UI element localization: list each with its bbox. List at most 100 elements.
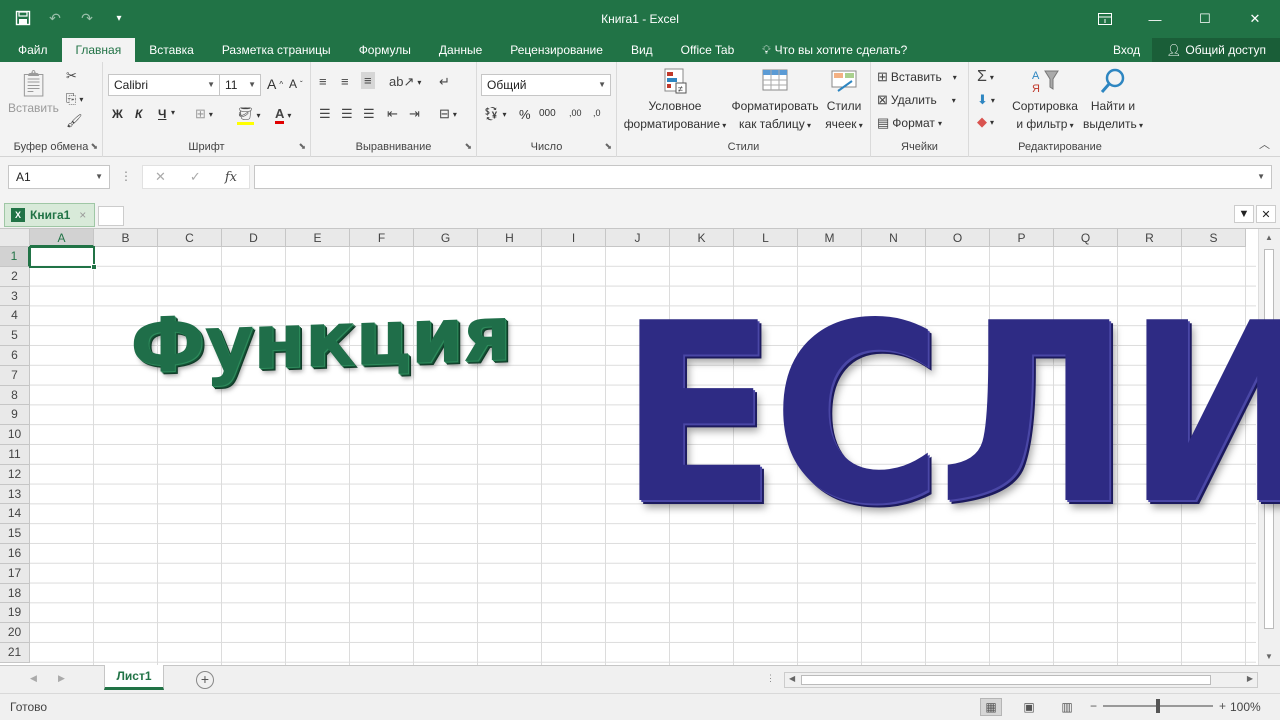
column-header[interactable]: O — [926, 229, 990, 247]
new-workbook-tab[interactable] — [98, 206, 124, 226]
insert-function-icon[interactable]: fx — [225, 170, 237, 185]
column-header[interactable]: J — [606, 229, 670, 247]
horizontal-scroll-thumb[interactable] — [801, 675, 1211, 685]
zoom-level[interactable]: 100% — [1230, 700, 1261, 714]
column-header[interactable]: Q — [1054, 229, 1118, 247]
percent-button[interactable]: % — [519, 107, 531, 122]
row-header[interactable]: 8 — [0, 385, 30, 406]
row-header[interactable]: 5 — [0, 326, 30, 346]
row-header[interactable]: 7 — [0, 365, 30, 386]
tab-insert[interactable]: Вставка — [135, 38, 208, 62]
zoom-in-button[interactable]: + — [1219, 699, 1226, 713]
dialog-launcher-icon[interactable]: ⬊ — [298, 141, 306, 152]
scroll-left-icon[interactable]: ◀ — [789, 674, 795, 683]
font-color-button[interactable]: A ▾ — [275, 106, 291, 124]
row-header[interactable]: 19 — [0, 603, 30, 624]
row-header[interactable]: 16 — [0, 543, 30, 564]
zoom-slider-knob[interactable] — [1156, 699, 1161, 713]
scroll-up-icon[interactable]: ▲ — [1259, 233, 1279, 242]
column-header[interactable]: M — [798, 229, 862, 247]
increase-decimal-button[interactable]: ,00 — [569, 108, 582, 118]
paste-button[interactable]: 📋︎ Вставить — [8, 68, 59, 116]
increase-indent-button[interactable]: ⇥ — [409, 106, 420, 122]
row-header[interactable]: 20 — [0, 623, 30, 643]
borders-button[interactable]: ⊞ ▾ — [195, 106, 213, 122]
column-header[interactable]: N — [862, 229, 926, 247]
row-header[interactable]: 1 — [0, 247, 30, 267]
dialog-launcher-icon[interactable]: ⬊ — [604, 141, 612, 152]
column-header[interactable]: L — [734, 229, 798, 247]
next-sheet-icon[interactable]: ▶ — [58, 673, 65, 684]
orientation-button[interactable]: ab↗ ▾ — [389, 74, 421, 90]
sort-filter-button[interactable]: АЯ Сортировка и фильтр ▾ — [1009, 66, 1081, 134]
decrease-indent-button[interactable]: ⇤ — [387, 106, 398, 122]
column-header[interactable]: A — [30, 229, 94, 247]
row-header[interactable]: 14 — [0, 504, 30, 525]
tab-view[interactable]: Вид — [617, 38, 667, 62]
sign-in-link[interactable]: Вход — [1101, 38, 1152, 62]
decrease-decimal-button[interactable]: ,0 — [593, 108, 601, 118]
row-header[interactable]: 17 — [0, 563, 30, 584]
number-format-select[interactable]: Общий ▼ — [481, 74, 611, 96]
column-header[interactable]: H — [478, 229, 542, 247]
close-icon[interactable]: ✕ — [1230, 0, 1280, 38]
autosum-button[interactable]: Σ ▾ — [977, 68, 994, 86]
column-header[interactable]: R — [1118, 229, 1182, 247]
find-select-button[interactable]: Найти и выделить ▾ — [1081, 66, 1145, 134]
zoom-slider[interactable] — [1103, 699, 1214, 713]
column-header[interactable]: P — [990, 229, 1054, 247]
row-header[interactable]: 13 — [0, 484, 30, 505]
column-header[interactable]: C — [158, 229, 222, 247]
align-right-button[interactable]: ☰ — [363, 106, 375, 122]
fill-button[interactable]: ⬇ ▾ — [977, 92, 995, 108]
close-workbook-icon[interactable]: ✕ — [1256, 205, 1276, 223]
collapse-ribbon-icon[interactable]: ︿ — [1259, 136, 1270, 152]
formula-input[interactable]: ▼ — [254, 165, 1272, 189]
underline-dropdown[interactable]: ▾ — [171, 108, 175, 117]
row-header[interactable]: 11 — [0, 444, 30, 465]
ribbon-display-icon[interactable] — [1080, 0, 1130, 38]
format-as-table-button[interactable]: Форматировать как таблицу ▾ — [729, 66, 821, 134]
clear-button[interactable]: ◆ ▾ — [977, 114, 994, 130]
column-header[interactable]: G — [414, 229, 478, 247]
scroll-down-icon[interactable]: ▼ — [1259, 652, 1279, 661]
row-header[interactable]: 18 — [0, 583, 30, 604]
wordart-funktsiya[interactable]: Функция — [130, 288, 510, 390]
fill-color-button[interactable]: 🪣︎ ▾ — [237, 106, 261, 125]
row-header[interactable]: 10 — [0, 425, 30, 445]
align-middle-button[interactable]: ≡ — [341, 74, 349, 89]
tab-page-layout[interactable]: Разметка страницы — [208, 38, 345, 62]
align-left-button[interactable]: ☰ — [319, 106, 331, 122]
format-cells-button[interactable]: ▤ Формат ▾ — [877, 115, 942, 131]
wrap-text-button[interactable]: ↵ — [439, 74, 450, 90]
tab-office-tab[interactable]: Office Tab — [667, 38, 749, 62]
workbook-tab[interactable]: X Книга1 × — [4, 203, 96, 227]
maximize-icon[interactable]: ☐ — [1180, 0, 1230, 38]
normal-view-icon[interactable]: ▦ — [980, 698, 1002, 716]
cell-styles-button[interactable]: Стили ячеек ▾ — [821, 66, 867, 134]
dialog-launcher-icon[interactable]: ⬊ — [464, 141, 472, 152]
expand-formula-icon[interactable]: ▼ — [1257, 172, 1265, 181]
font-name-select[interactable]: Calibri ▼ — [108, 74, 220, 96]
underline-button[interactable]: Ч — [158, 107, 166, 121]
format-painter-button[interactable]: 🖌︎ — [66, 113, 83, 129]
align-bottom-button[interactable]: ≡ — [361, 72, 375, 89]
bold-button[interactable]: Ж — [112, 107, 123, 121]
cut-button[interactable]: ✂ — [66, 68, 77, 84]
name-box[interactable]: A1 ▼ — [8, 165, 110, 189]
font-size-select[interactable]: 11 ▼ — [219, 74, 261, 96]
dialog-launcher-icon[interactable]: ⬊ — [90, 141, 98, 152]
delete-cells-button[interactable]: ⊠ Удалить ▾ — [877, 92, 956, 108]
column-header[interactable]: I — [542, 229, 606, 247]
column-header[interactable]: E — [286, 229, 350, 247]
italic-button[interactable]: К — [135, 107, 142, 121]
align-top-button[interactable]: ≡ — [319, 74, 327, 89]
thousands-button[interactable]: 000 — [539, 108, 556, 119]
share-button[interactable]: 👤︎ Общий доступ — [1152, 38, 1280, 62]
enter-icon[interactable]: ✓ — [190, 169, 201, 185]
tab-file[interactable]: Файл — [0, 38, 62, 62]
tell-me-box[interactable]: 💡︎ Что вы хотите сделать? — [748, 38, 921, 62]
row-header[interactable]: 4 — [0, 306, 30, 327]
merge-button[interactable]: ⊟ ▾ — [439, 106, 457, 122]
column-header[interactable]: D — [222, 229, 286, 247]
